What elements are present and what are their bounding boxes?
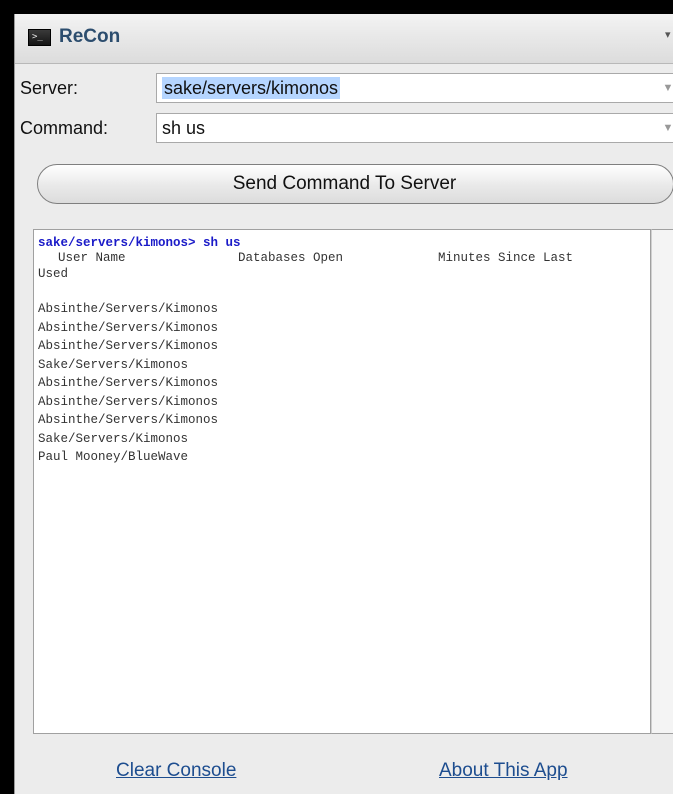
chevron-down-icon[interactable]: ▾: [665, 28, 671, 41]
about-app-link[interactable]: About This App: [439, 760, 568, 782]
server-value[interactable]: sake/servers/kimonos: [162, 77, 341, 99]
clear-console-link[interactable]: Clear Console: [116, 760, 236, 782]
recon-window: >_ ReCon ▾ Server: sake/servers/kimonos …: [14, 14, 673, 794]
console-scrollbar[interactable]: [651, 229, 673, 734]
command-label: Command:: [20, 118, 109, 138]
console-user-line: Sake/Servers/Kimonos: [38, 431, 189, 446]
console-user-line: Absinthe/Servers/Kimonos: [38, 394, 219, 409]
dropdown-arrow-icon[interactable]: ▼: [661, 114, 673, 142]
title-bar: >_ ReCon ▾: [15, 14, 673, 64]
console-user-line: Absinthe/Servers/Kimonos: [38, 302, 219, 316]
console-prompt: sake/servers/kimonos> sh us: [38, 236, 241, 250]
terminal-icon: >_: [28, 29, 51, 46]
console-user-line: Absinthe/Servers/Kimonos: [38, 320, 219, 335]
server-combobox[interactable]: sake/servers/kimonos ▼: [156, 73, 673, 103]
header-continuation: Used: [38, 267, 69, 281]
header-minutes-since-last: Minutes Since Last: [438, 251, 574, 265]
dropdown-arrow-icon[interactable]: ▼: [661, 74, 673, 102]
header-user-name: User Name: [58, 251, 126, 265]
console-user-line: Sake/Servers/Kimonos: [38, 357, 189, 372]
send-command-button[interactable]: Send Command To Server: [37, 164, 673, 204]
console-header-row: User Name Databases Open Minutes Since L…: [38, 250, 646, 266]
header-databases-open: Databases Open: [238, 251, 344, 265]
console-output[interactable]: sake/servers/kimonos> sh us User Name Da…: [33, 229, 651, 734]
command-combobox[interactable]: sh us ▼: [156, 113, 673, 143]
app-title: ReCon: [59, 26, 121, 47]
command-value[interactable]: sh us: [162, 118, 205, 138]
console-user-line: Paul Mooney/BlueWave: [38, 450, 189, 464]
console-user-line: Absinthe/Servers/Kimonos: [38, 339, 219, 353]
console-user-line: Absinthe/Servers/Kimonos: [38, 413, 219, 427]
server-label: Server:: [20, 78, 79, 98]
console-user-line: Absinthe/Servers/Kimonos: [38, 376, 219, 390]
